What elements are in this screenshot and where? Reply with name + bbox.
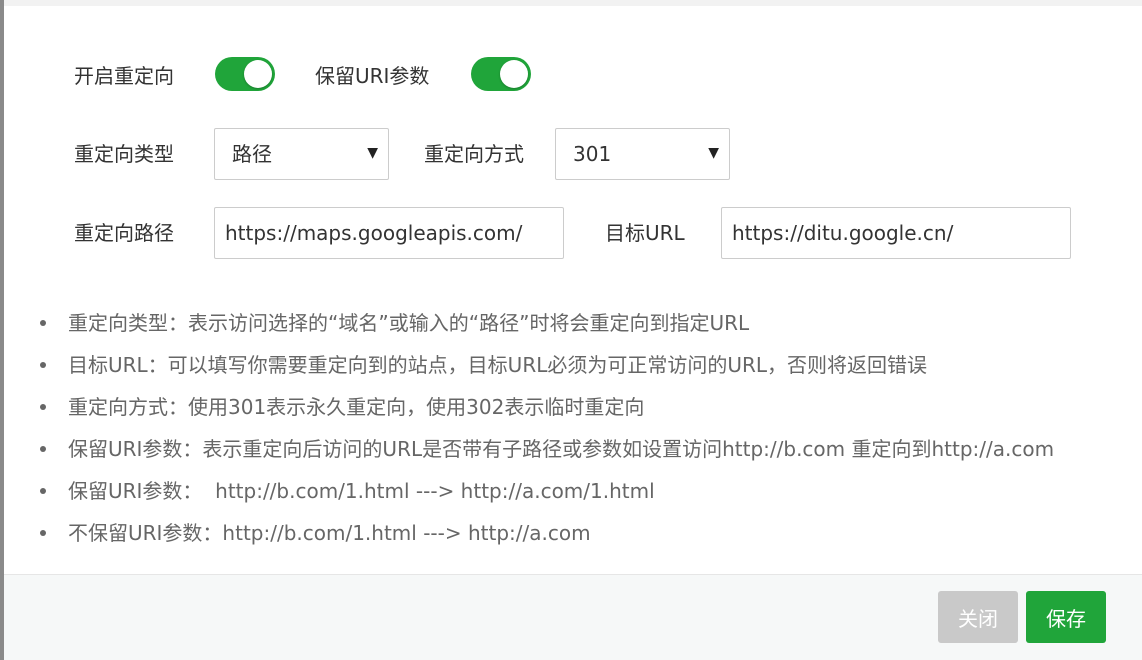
toggle-knob <box>500 60 528 88</box>
redirect-enable-toggle[interactable] <box>215 57 275 91</box>
redirect-method-select[interactable]: 301 ▼ <box>555 128 730 180</box>
bullet-icon <box>40 530 46 536</box>
bullet-icon <box>40 320 46 326</box>
caret-down-icon: ▼ <box>367 145 378 161</box>
redirect-type-value: 路径 <box>232 142 272 166</box>
keep-uri-label: 保留URI参数 <box>315 64 430 88</box>
redirect-path-input[interactable] <box>214 207 564 259</box>
note-text: 目标URL：可以填写你需要重定向到的站点，目标URL必须为可正常访问的URL，否… <box>68 353 928 377</box>
save-button[interactable]: 保存 <box>1026 591 1106 643</box>
target-url-label: 目标URL <box>605 221 685 245</box>
redirect-enable-label: 开启重定向 <box>74 64 174 88</box>
redirect-method-label: 重定向方式 <box>424 142 524 166</box>
bullet-icon <box>40 446 46 452</box>
list-item: 保留URI参数：表示重定向后访问的URL是否带有子路径或参数如设置访问http:… <box>40 428 1054 470</box>
list-item: 目标URL：可以填写你需要重定向到的站点，目标URL必须为可正常访问的URL，否… <box>40 344 1054 386</box>
bullet-icon <box>40 362 46 368</box>
redirect-method-value: 301 <box>573 142 612 166</box>
bullet-icon <box>40 404 46 410</box>
toggle-knob <box>244 60 272 88</box>
target-url-input[interactable] <box>721 207 1071 259</box>
note-text: 不保留URI参数：http://b.com/1.html ---> http:/… <box>68 521 591 545</box>
help-notes: 重定向类型：表示访问选择的“域名”或输入的“路径”时将会重定向到指定URL 目标… <box>40 302 1054 554</box>
bullet-icon <box>40 488 46 494</box>
caret-down-icon: ▼ <box>708 145 719 161</box>
keep-uri-toggle[interactable] <box>471 57 531 91</box>
redirect-type-select[interactable]: 路径 ▼ <box>214 128 389 180</box>
note-text: 保留URI参数： http://b.com/1.html ---> http:/… <box>68 479 655 503</box>
list-item: 重定向方式：使用301表示永久重定向，使用302表示临时重定向 <box>40 386 1054 428</box>
list-item: 不保留URI参数：http://b.com/1.html ---> http:/… <box>40 512 1054 554</box>
redirect-type-label: 重定向类型 <box>74 142 174 166</box>
close-button[interactable]: 关闭 <box>938 591 1018 643</box>
dialog-footer: 关闭 保存 <box>4 574 1142 660</box>
redirect-dialog: 开启重定向 保留URI参数 重定向类型 路径 ▼ 重定向方式 301 ▼ 重定向… <box>4 0 1142 660</box>
note-text: 重定向方式：使用301表示永久重定向，使用302表示临时重定向 <box>68 395 645 419</box>
redirect-path-label: 重定向路径 <box>74 221 174 245</box>
toggle-row: 开启重定向 保留URI参数 <box>4 50 1142 102</box>
input-row: 重定向路径 目标URL <box>4 207 1142 259</box>
select-row: 重定向类型 路径 ▼ 重定向方式 301 ▼ <box>4 128 1142 180</box>
note-text: 保留URI参数：表示重定向后访问的URL是否带有子路径或参数如设置访问http:… <box>68 437 1055 461</box>
note-text: 重定向类型：表示访问选择的“域名”或输入的“路径”时将会重定向到指定URL <box>68 311 750 335</box>
list-item: 重定向类型：表示访问选择的“域名”或输入的“路径”时将会重定向到指定URL <box>40 302 1054 344</box>
list-item: 保留URI参数： http://b.com/1.html ---> http:/… <box>40 470 1054 512</box>
